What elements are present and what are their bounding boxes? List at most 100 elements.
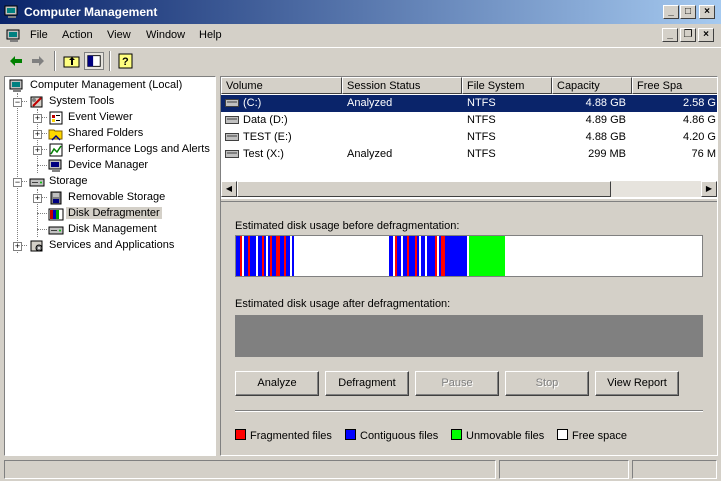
menu-action[interactable]: Action (62, 29, 93, 41)
disk-defragmenter-icon (48, 208, 64, 221)
menu-file[interactable]: File (30, 29, 48, 41)
volume-status: Analyzed (347, 97, 393, 109)
expand-icon[interactable]: + (33, 194, 42, 203)
close-button[interactable]: × (699, 5, 715, 19)
shared-folders-icon (48, 129, 63, 141)
back-arrow-icon[interactable] (6, 52, 26, 70)
minimize-button[interactable]: _ (663, 5, 679, 19)
unmovable-segment (469, 236, 505, 276)
expand-icon[interactable]: + (33, 146, 42, 155)
collapse-icon[interactable]: − (13, 98, 22, 107)
show-hide-tree-icon[interactable] (84, 52, 104, 70)
tree-item-shared-folders[interactable]: + Shared Folders (5, 126, 215, 142)
volume-row[interactable]: TEST (E:) NTFS 4.88 GB 4.20 G (221, 129, 717, 146)
unmovable-swatch (451, 429, 462, 440)
disk-usage-before-map (235, 235, 703, 277)
menu-window[interactable]: Window (146, 29, 185, 41)
free-space-swatch (557, 429, 568, 440)
menu-help[interactable]: Help (199, 29, 222, 41)
volume-list[interactable]: Volume Session Status File System Capaci… (221, 77, 717, 198)
mdi-close-button[interactable]: × (698, 28, 714, 42)
free-segment (329, 236, 389, 276)
status-pane (4, 460, 496, 479)
maximize-button[interactable]: □ (680, 5, 696, 19)
legend-label: Fragmented files (250, 430, 332, 442)
horizontal-scrollbar[interactable]: ◀ ▶ (221, 181, 717, 197)
tree-item-storage[interactable]: − Storage (5, 174, 215, 190)
legend-free-space: Free space (557, 429, 627, 442)
performance-logs-icon (49, 143, 63, 157)
pane-splitter[interactable] (221, 198, 717, 202)
event-viewer-icon (49, 111, 63, 125)
disk-management-icon (48, 226, 64, 235)
tree-item-computer-management[interactable]: Computer Management (Local) (5, 78, 215, 94)
volume-row[interactable]: Data (D:) NTFS 4.89 GB 4.86 G (221, 112, 717, 129)
tree-item-event-viewer[interactable]: + Event Viewer (5, 110, 215, 126)
view-report-button[interactable]: View Report (595, 371, 679, 396)
title-bar[interactable]: Computer Management _ □ × (0, 0, 721, 24)
column-header-capacity[interactable]: Capacity (552, 77, 632, 94)
column-header-session-status[interactable]: Session Status (342, 77, 462, 94)
toolbar: ? (0, 47, 721, 73)
free-segment (505, 236, 702, 276)
tree-item-removable-storage[interactable]: + Removable Storage (5, 190, 215, 206)
help-icon[interactable]: ? (116, 52, 136, 70)
legend-fragmented: Fragmented files (235, 429, 332, 442)
scroll-left-button[interactable]: ◀ (221, 181, 237, 197)
volume-fs: NTFS (467, 114, 496, 126)
volume-fs: NTFS (467, 131, 496, 143)
scroll-right-button[interactable]: ▶ (701, 181, 717, 197)
tree-item-label: Disk Management (68, 223, 157, 235)
details-pane: Volume Session Status File System Capaci… (220, 76, 718, 456)
system-tools-icon (30, 96, 43, 108)
mdi-restore-button[interactable]: ❐ (680, 28, 696, 42)
volume-free: 4.86 G (682, 114, 716, 126)
analyze-button[interactable]: Analyze (235, 371, 319, 396)
tree-item-label: Removable Storage (68, 191, 166, 203)
volume-name: Data (D:) (243, 114, 288, 126)
volume-fs: NTFS (467, 148, 496, 160)
volume-capacity: 299 MB (588, 148, 626, 160)
volume-status: Analyzed (347, 148, 393, 160)
collapse-icon[interactable]: − (13, 178, 22, 187)
after-label: Estimated disk usage after defragmentati… (235, 298, 451, 310)
defragment-button[interactable]: Defragment (325, 371, 409, 396)
console-tree[interactable]: Computer Management (Local) − System Too… (4, 76, 216, 456)
column-header-free-space[interactable]: Free Spa (632, 77, 717, 94)
expand-icon[interactable]: + (33, 114, 42, 123)
volume-row[interactable]: (C:) Analyzed NTFS 4.88 GB 2.58 G (221, 95, 717, 112)
tree-item-services-applications[interactable]: + Services and Applications (5, 238, 215, 254)
volume-name: (C:) (243, 97, 262, 109)
tree-item-label: Shared Folders (68, 127, 144, 139)
column-header-file-system[interactable]: File System (462, 77, 552, 94)
expand-icon[interactable]: + (13, 242, 22, 251)
tree-item-performance-logs[interactable]: + Performance Logs and Alerts (5, 142, 215, 158)
volume-free: 2.58 G (682, 97, 716, 109)
mdi-minimize-button[interactable]: _ (662, 28, 678, 42)
computer-management-icon[interactable] (6, 28, 22, 44)
tree-item-label: Disk Defragmenter (66, 207, 162, 219)
scroll-thumb[interactable] (237, 181, 611, 197)
free-segment (294, 236, 329, 276)
tree-item-disk-management[interactable]: Disk Management (5, 222, 215, 238)
status-bar (0, 458, 721, 481)
pause-button[interactable]: Pause (415, 371, 499, 396)
removable-storage-icon (50, 191, 62, 205)
legend-divider (235, 410, 703, 412)
stop-button[interactable]: Stop (505, 371, 589, 396)
legend-contiguous: Contiguous files (345, 429, 438, 442)
up-level-icon[interactable] (62, 52, 82, 70)
status-pane (632, 460, 717, 479)
volume-name: Test (X:) (243, 148, 284, 160)
volume-free: 76 M (691, 148, 716, 160)
legend-unmovable: Unmovable files (451, 429, 544, 442)
forward-arrow-icon[interactable] (28, 52, 48, 70)
tree-item-system-tools[interactable]: − System Tools (5, 94, 215, 110)
legend-label: Free space (572, 430, 628, 442)
volume-row[interactable]: Test (X:) Analyzed NTFS 299 MB 76 M (221, 146, 717, 163)
expand-icon[interactable]: + (33, 130, 42, 139)
tree-item-device-manager[interactable]: Device Manager (5, 158, 215, 174)
menu-view[interactable]: View (107, 29, 131, 41)
tree-item-disk-defragmenter[interactable]: Disk Defragmenter (5, 206, 215, 222)
column-header-volume[interactable]: Volume (221, 77, 342, 94)
